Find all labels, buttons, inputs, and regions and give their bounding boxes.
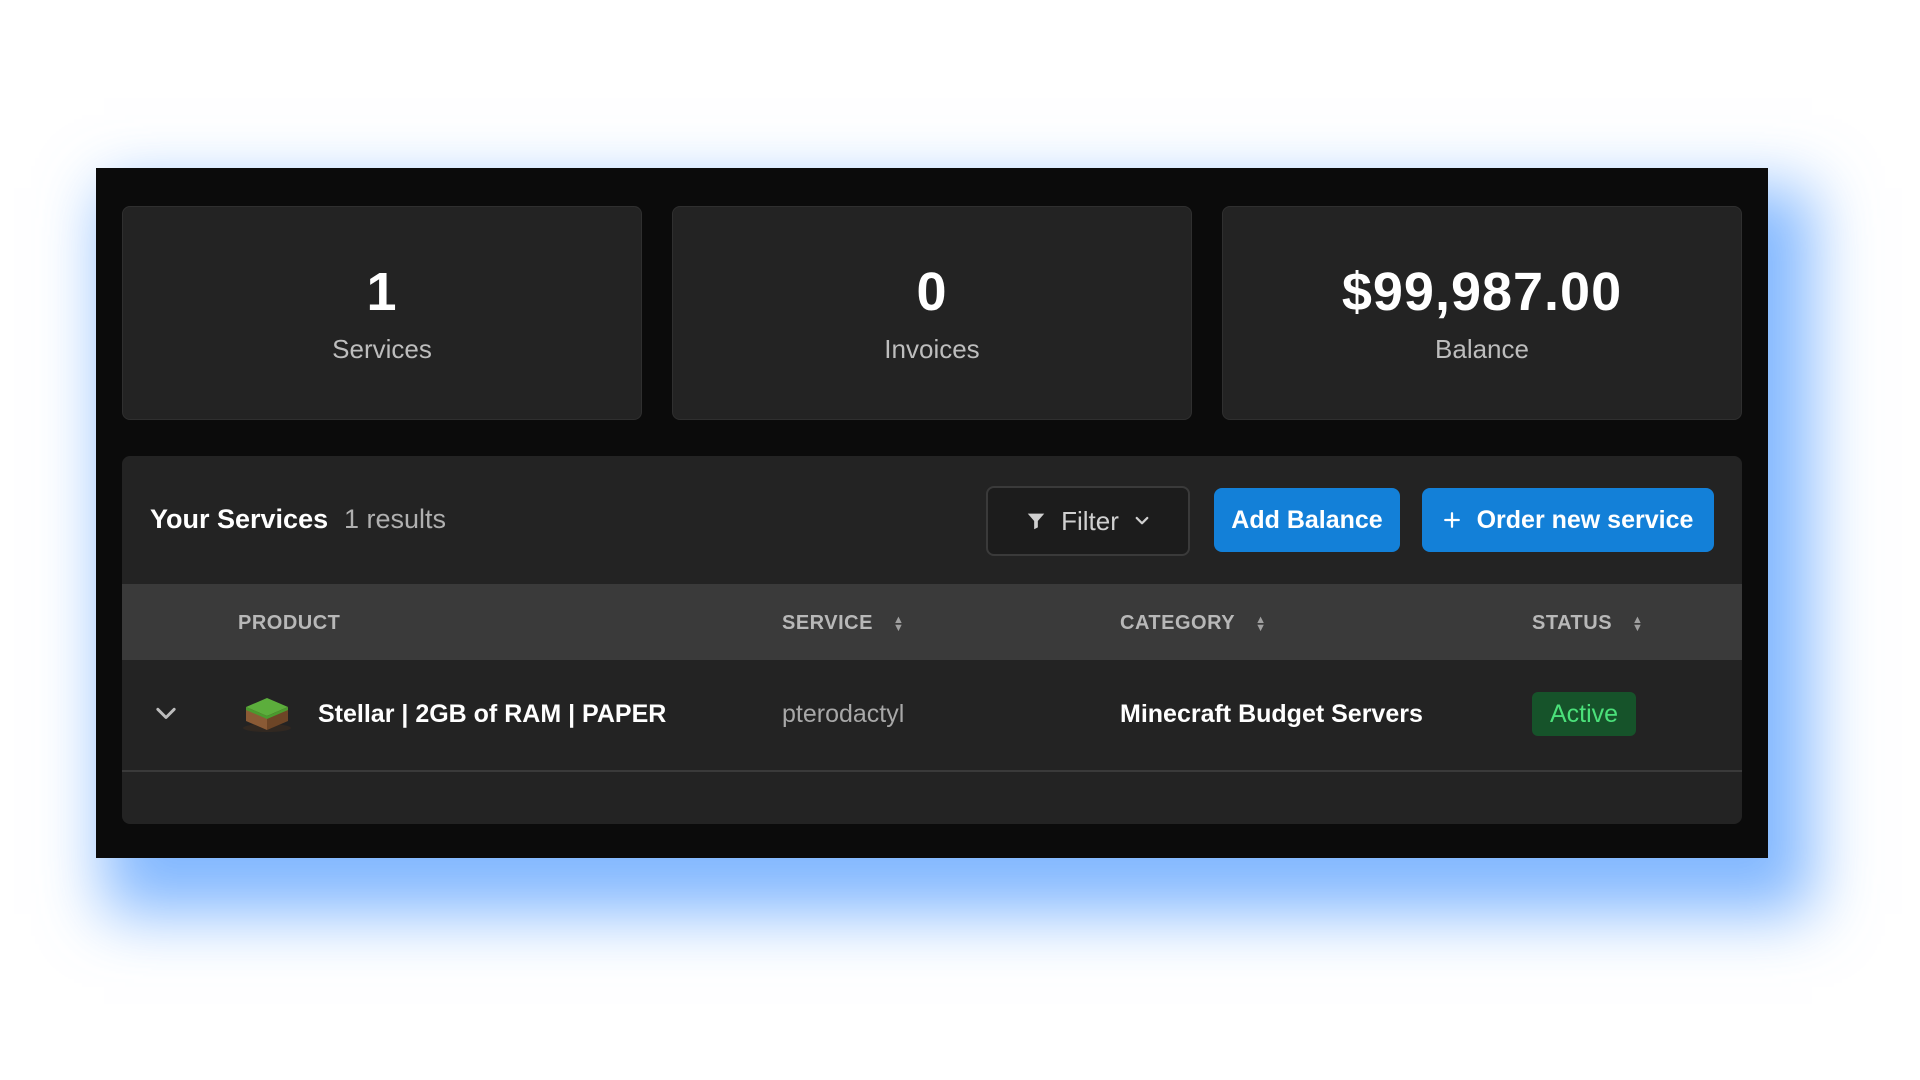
stat-value: $99,987.00 (1341, 261, 1623, 322)
stat-label: Invoices (884, 333, 980, 364)
results-count: 1 results (344, 504, 447, 534)
filter-icon (1027, 513, 1045, 530)
column-label: CATEGORY (1120, 612, 1236, 634)
category-name: Minecraft Budget Servers (1120, 700, 1423, 728)
services-title: Your Services (150, 504, 329, 534)
product-name[interactable]: Stellar | 2GB of RAM | PAPER (318, 700, 666, 729)
services-header: Your Services 1 results Filter Add Balan… (122, 456, 1742, 584)
filter-button[interactable]: Filter (986, 486, 1190, 556)
column-label: STATUS (1532, 612, 1613, 634)
plus-icon (1443, 512, 1460, 528)
stat-value: 0 (916, 261, 948, 322)
services-card: Your Services 1 results Filter Add Balan… (122, 456, 1742, 824)
sort-icon: ▲ ▼ (1632, 613, 1644, 634)
service-name: pterodactyl (782, 700, 905, 728)
order-new-service-button[interactable]: Order new service (1422, 488, 1714, 552)
stat-label: Balance (1435, 333, 1529, 364)
table-header: PRODUCT SERVICE ▲ ▼ CATEGORY ▲ ▼ STATUS ▲ ▼ (122, 584, 1742, 660)
stat-card-balance: $99,987.00 Balance (1222, 206, 1742, 420)
stat-card-invoices: 0 Invoices (672, 206, 1192, 420)
stats-row: 1 Services 0 Invoices $99,987.00 Balance (122, 206, 1742, 420)
add-balance-button[interactable]: Add Balance (1214, 488, 1400, 552)
stage: 1 Services 0 Invoices $99,987.00 Balance… (0, 0, 1920, 1080)
stat-value: 1 (366, 261, 398, 322)
stat-label: Services (332, 333, 432, 364)
add-balance-label: Add Balance (1231, 505, 1383, 534)
dashboard-panel: 1 Services 0 Invoices $99,987.00 Balance… (96, 168, 1768, 858)
table-row[interactable]: Stellar | 2GB of RAM | PAPER pterodactyl… (122, 660, 1742, 772)
sort-icon: ▲ ▼ (1255, 613, 1267, 634)
column-header-category[interactable]: CATEGORY ▲ ▼ (1120, 612, 1267, 635)
chevron-down-icon[interactable] (152, 700, 180, 728)
status-badge: Active (1532, 692, 1637, 736)
minecraft-grass-block-icon (243, 698, 291, 732)
stat-card-services: 1 Services (122, 206, 642, 420)
filter-label: Filter (1061, 505, 1119, 536)
sort-icon: ▲ ▼ (892, 613, 905, 634)
column-header-product[interactable]: PRODUCT (238, 612, 340, 635)
chevron-down-icon (1135, 516, 1149, 525)
column-label: SERVICE (782, 612, 873, 634)
column-header-service[interactable]: SERVICE ▲ ▼ (782, 612, 904, 635)
order-new-service-label: Order new service (1476, 505, 1694, 534)
column-header-status[interactable]: STATUS ▲ ▼ (1532, 612, 1643, 635)
column-label: PRODUCT (238, 612, 341, 634)
